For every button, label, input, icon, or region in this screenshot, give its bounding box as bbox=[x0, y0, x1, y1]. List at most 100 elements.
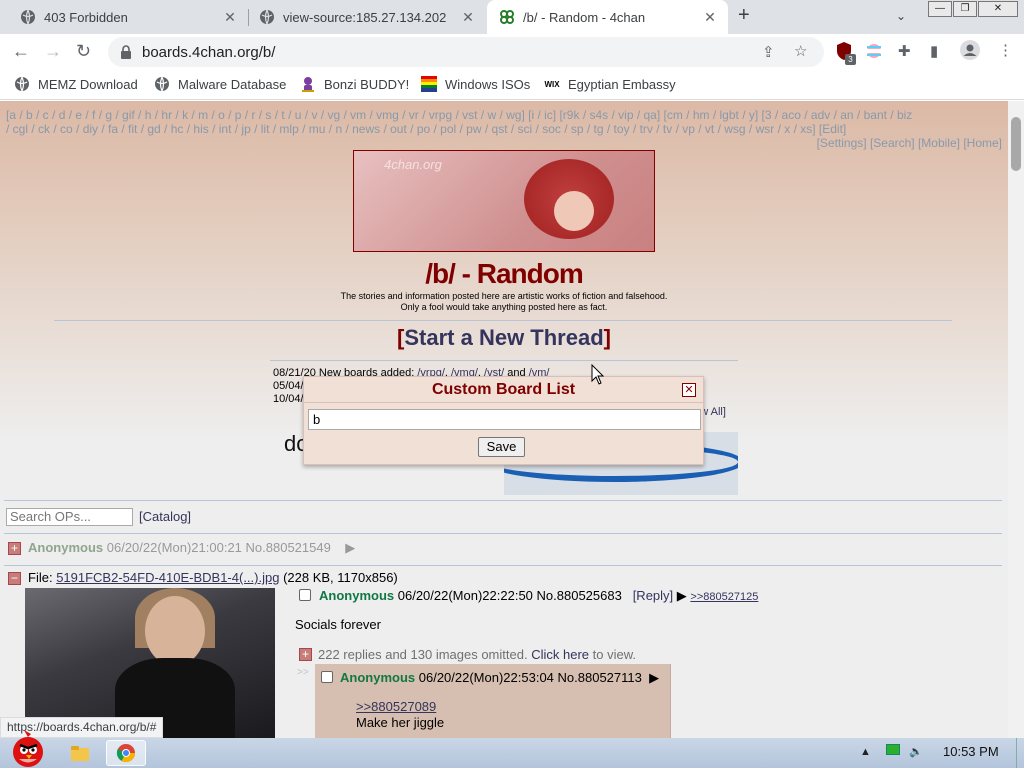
tab-403-forbidden[interactable]: 403 Forbidden ✕ bbox=[0, 0, 248, 34]
bookmark-egyptian-embassy[interactable]: WIX Egyptian Embassy bbox=[544, 76, 676, 92]
profile-avatar-icon[interactable] bbox=[960, 40, 980, 64]
reply-post: Anonymous 06/20/22(Mon)22:53:04 No.88052… bbox=[315, 664, 671, 738]
reply-link[interactable]: [Reply] bbox=[633, 588, 673, 603]
poster-name: Anonymous bbox=[319, 588, 395, 603]
divider bbox=[4, 565, 1002, 566]
save-button[interactable]: Save bbox=[478, 437, 525, 457]
post-checkbox[interactable] bbox=[321, 671, 333, 683]
chevron-down-icon[interactable]: ⌄ bbox=[896, 9, 906, 23]
tab-view-source[interactable]: view-source:185.27.134.202 ✕ bbox=[249, 0, 486, 34]
taskbar-clock[interactable]: 10:53 PM bbox=[943, 744, 999, 759]
menu-kebab-icon[interactable]: ⋮ bbox=[998, 41, 1013, 59]
post-number[interactable]: No.880521549 bbox=[246, 540, 331, 555]
expand-replies-icon[interactable]: + bbox=[299, 648, 312, 661]
new-tab-icon[interactable]: + bbox=[738, 4, 750, 27]
banner-logo: 4chan.org bbox=[384, 157, 442, 172]
taskbar: ▲ 🔈 10:53 PM bbox=[0, 730, 1024, 768]
post-datetime: 06/20/22(Mon)22:53:04 bbox=[418, 670, 554, 685]
start-new-thread: [Start a New Thread] bbox=[0, 325, 1008, 351]
bookmark-label: Windows ISOs bbox=[445, 76, 531, 92]
bookmark-memz[interactable]: MEMZ Download bbox=[14, 76, 138, 92]
subtitle-line: The stories and information posted here … bbox=[340, 291, 668, 301]
op-post-header: Anonymous 06/20/22(Mon)22:22:50 No.88052… bbox=[319, 588, 758, 604]
board-banner[interactable]: 4chan.org bbox=[353, 150, 655, 252]
explorer-taskbar-icon[interactable] bbox=[60, 740, 100, 766]
tray-up-arrow-icon[interactable]: ▲ bbox=[860, 746, 871, 758]
star-icon[interactable]: ☆ bbox=[794, 42, 807, 60]
reload-icon[interactable]: ↻ bbox=[76, 41, 91, 62]
forward-arrow-icon[interactable]: → bbox=[44, 41, 62, 62]
close-tab-icon[interactable]: ✕ bbox=[222, 9, 238, 26]
tab-title: /b/ - Random - 4chan bbox=[523, 9, 646, 25]
pride-extension-icon[interactable] bbox=[866, 43, 882, 63]
globe-icon bbox=[14, 76, 30, 92]
chrome-taskbar-icon[interactable] bbox=[106, 740, 146, 766]
op-thumbnail[interactable] bbox=[25, 588, 275, 738]
post-number[interactable]: No.880525683 bbox=[537, 588, 622, 603]
omitted-text: 222 replies and 130 images omitted. bbox=[318, 647, 528, 662]
post-datetime: 06/20/22(Mon)21:00:21 bbox=[106, 540, 242, 555]
hidden-thread-stub[interactable]: Anonymous 06/20/22(Mon)21:00:21 No.88052… bbox=[28, 540, 355, 556]
restore-icon[interactable]: ❐ bbox=[953, 1, 977, 17]
post-checkbox[interactable] bbox=[299, 589, 311, 601]
close-tab-icon[interactable]: ✕ bbox=[702, 9, 718, 26]
show-thread-icon[interactable]: + bbox=[8, 542, 21, 555]
angry-bird-start-icon[interactable] bbox=[4, 728, 50, 768]
backlink[interactable]: >>880527125 bbox=[690, 591, 758, 603]
board-navigation: [a / b / c / d / e / f / g / gif / h / h… bbox=[6, 108, 1002, 136]
close-tab-icon[interactable]: ✕ bbox=[460, 9, 476, 26]
url-text: boards.4chan.org/b/ bbox=[142, 44, 276, 61]
desktop-window: 403 Forbidden ✕ view-source:185.27.134.2… bbox=[0, 0, 1024, 768]
post-menu-arrow[interactable]: ▶ bbox=[677, 588, 687, 603]
bookmark-malware-database[interactable]: Malware Database bbox=[154, 76, 286, 92]
scrollbar-thumb[interactable] bbox=[1011, 117, 1021, 171]
start-new-thread-link[interactable]: Start a New Thread bbox=[404, 325, 603, 350]
share-icon[interactable]: ⇪ bbox=[762, 43, 775, 61]
windows-flag-icon bbox=[421, 76, 437, 92]
minimize-icon[interactable]: — bbox=[928, 1, 952, 17]
divider bbox=[4, 533, 1002, 534]
bookmark-windows-isos[interactable]: Windows ISOs bbox=[421, 76, 530, 92]
post-menu-arrow[interactable]: ▶ bbox=[649, 670, 659, 685]
top-links[interactable]: [Settings] [Search] [Mobile] [Home] bbox=[817, 136, 1002, 150]
board-list-input[interactable]: b bbox=[308, 409, 701, 430]
lock-icon[interactable] bbox=[120, 45, 132, 64]
clover-icon bbox=[499, 9, 515, 25]
omitted-text: to view. bbox=[592, 647, 636, 662]
subtitle-line: Only a fool would take anything posted h… bbox=[400, 302, 608, 312]
tab-4chan-b[interactable]: /b/ - Random - 4chan ✕ bbox=[487, 0, 728, 34]
page-scrollbar[interactable] bbox=[1008, 101, 1024, 738]
network-icon[interactable] bbox=[886, 744, 901, 755]
omitted-summary: 222 replies and 130 images omitted. Clic… bbox=[318, 647, 636, 662]
file-info: File: 5191FCB2-54FD-410E-BDB1-4(...).jpg… bbox=[28, 570, 398, 585]
post-menu-arrow[interactable]: ▶ bbox=[345, 540, 355, 555]
poster-name: Anonymous bbox=[340, 670, 416, 685]
quote-link[interactable]: >>880527089 bbox=[356, 699, 436, 714]
hide-thread-icon[interactable]: − bbox=[8, 572, 21, 585]
show-desktop-button[interactable] bbox=[1016, 738, 1024, 768]
dialog-title: Custom Board List bbox=[304, 377, 703, 403]
search-ops-input[interactable]: Search OPs... bbox=[6, 508, 133, 526]
back-arrow-icon[interactable]: ← bbox=[12, 41, 30, 62]
side-panel-icon[interactable]: ▮ bbox=[930, 42, 938, 60]
close-icon[interactable]: ✕ bbox=[682, 383, 696, 397]
speaker-icon[interactable]: 🔈 bbox=[909, 746, 923, 758]
op-message: Socials forever bbox=[295, 617, 381, 632]
bookmark-bonzi-buddy[interactable]: Bonzi BUDDY! bbox=[300, 76, 409, 92]
post-number[interactable]: No.880527113 bbox=[558, 670, 642, 685]
board-nav-line[interactable]: / cgl / ck / co / diy / fa / fit / gd / … bbox=[6, 122, 1002, 136]
board-nav-line[interactable]: [a / b / c / d / e / f / g / gif / h / h… bbox=[6, 108, 1002, 122]
address-bar[interactable]: boards.4chan.org/b/ ⇪ ☆ bbox=[108, 37, 824, 67]
bonzi-icon bbox=[300, 76, 316, 92]
globe-icon bbox=[259, 9, 275, 25]
close-window-icon[interactable]: ✕ bbox=[978, 1, 1018, 17]
bookmark-label: Bonzi BUDDY! bbox=[324, 76, 410, 92]
divider bbox=[270, 360, 738, 361]
file-link[interactable]: 5191FCB2-54FD-410E-BDB1-4(...).jpg bbox=[56, 570, 279, 585]
reply-marker: >> bbox=[297, 667, 309, 678]
puzzle-extensions-icon[interactable]: ✚ bbox=[898, 42, 911, 60]
globe-icon bbox=[154, 76, 170, 92]
click-here-link[interactable]: Click here bbox=[531, 647, 589, 662]
catalog-link[interactable]: [Catalog] bbox=[139, 509, 191, 524]
bookmark-label: Egyptian Embassy bbox=[568, 76, 676, 92]
